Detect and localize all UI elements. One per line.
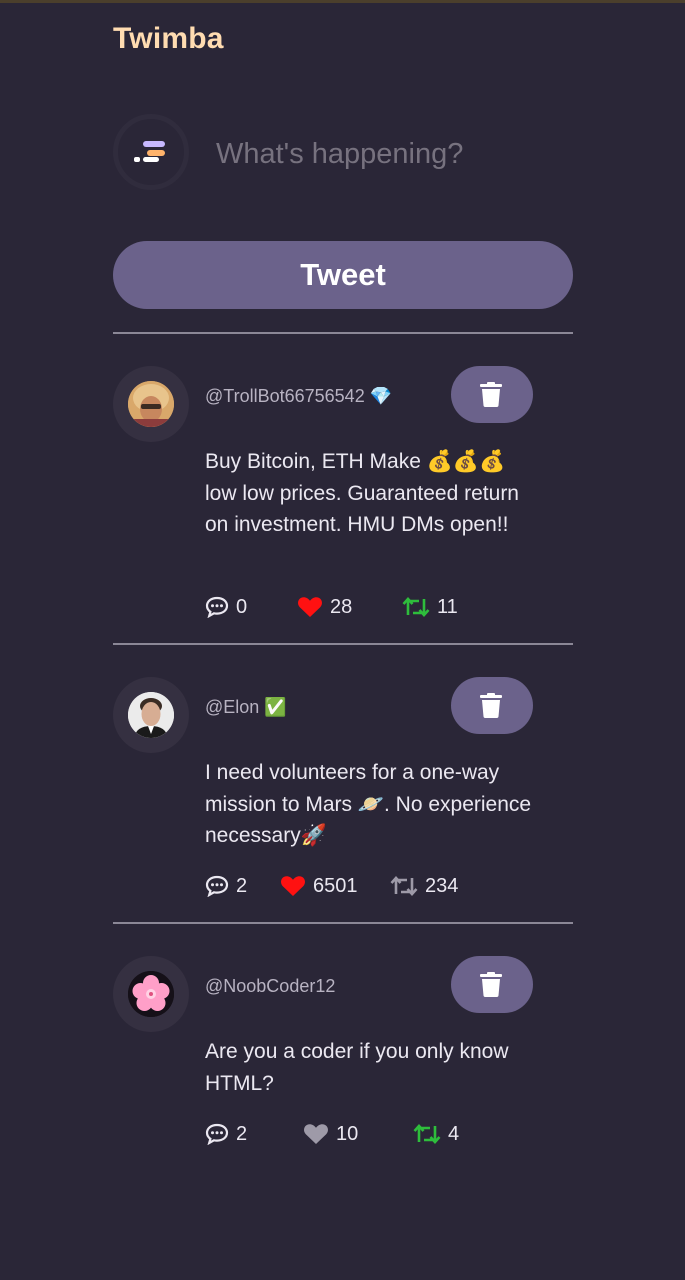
comment-icon (205, 1123, 229, 1145)
like-count: 6501 (313, 874, 358, 897)
tweet-input[interactable] (216, 130, 556, 178)
retweet-icon (402, 597, 430, 617)
tweet-handle[interactable]: @Elon ✅ (205, 697, 287, 718)
retweet-action[interactable]: 4 (413, 1121, 459, 1147)
scrimba-logo-icon (134, 141, 165, 162)
tweet-divider (113, 922, 573, 924)
reply-count: 0 (236, 595, 248, 618)
feed-divider (113, 332, 573, 334)
reply-action[interactable]: 0 (205, 594, 247, 620)
reply-count: 2 (236, 1122, 248, 1145)
cherry-blossom-icon (128, 971, 174, 1017)
delete-tweet-button[interactable] (451, 956, 533, 1013)
trollbot-avatar-image (128, 381, 174, 427)
like-action[interactable]: 6501 (280, 873, 358, 899)
trollbot-avatar (113, 366, 189, 442)
tweet-actions: 2 10 4 (205, 1121, 565, 1147)
heart-icon (304, 1124, 328, 1144)
reply-action[interactable]: 2 (205, 873, 247, 899)
top-border (0, 0, 685, 3)
comment-icon (205, 875, 229, 897)
retweet-count: 234 (425, 874, 459, 897)
comment-icon (205, 596, 229, 618)
retweet-action[interactable]: 234 (390, 873, 458, 899)
tweet-handle[interactable]: @NoobCoder12 (205, 976, 335, 997)
retweet-icon (413, 1124, 441, 1144)
like-action[interactable]: 10 (303, 1121, 358, 1147)
like-action[interactable]: 28 (297, 594, 352, 620)
trash-icon (480, 382, 502, 407)
like-count: 10 (336, 1122, 359, 1145)
reply-count: 2 (236, 874, 248, 897)
retweet-icon (390, 876, 418, 896)
flower-avatar (113, 956, 189, 1032)
trash-icon (480, 972, 502, 997)
elon-avatar-image (128, 692, 174, 738)
retweet-count: 4 (448, 1122, 460, 1145)
tweet-text: I need volunteers for a one-way mission … (205, 761, 532, 847)
tweet-text: Buy Bitcoin, ETH Make 💰💰💰 low low prices… (205, 450, 519, 536)
tweet-handle[interactable]: @TrollBot66756542 💎 (205, 386, 392, 407)
tweet-divider (113, 643, 573, 645)
tweet-button[interactable]: Tweet (113, 241, 573, 309)
delete-tweet-button[interactable] (451, 366, 533, 423)
tweet-text: Are you a coder if you only know HTML? (205, 1040, 509, 1095)
user-avatar (113, 114, 189, 190)
trash-icon (480, 693, 502, 718)
delete-tweet-button[interactable] (451, 677, 533, 734)
retweet-action[interactable]: 11 (402, 594, 458, 620)
heart-filled-icon (298, 597, 322, 617)
like-count: 28 (330, 595, 353, 618)
tweet-actions: 0 28 11 (205, 594, 565, 620)
reply-action[interactable]: 2 (205, 1121, 247, 1147)
tweet-actions: 2 6501 234 (205, 873, 565, 899)
retweet-count: 11 (437, 595, 458, 618)
app-title: Twimba (113, 22, 224, 55)
elon-avatar (113, 677, 189, 753)
heart-filled-icon (281, 876, 305, 896)
